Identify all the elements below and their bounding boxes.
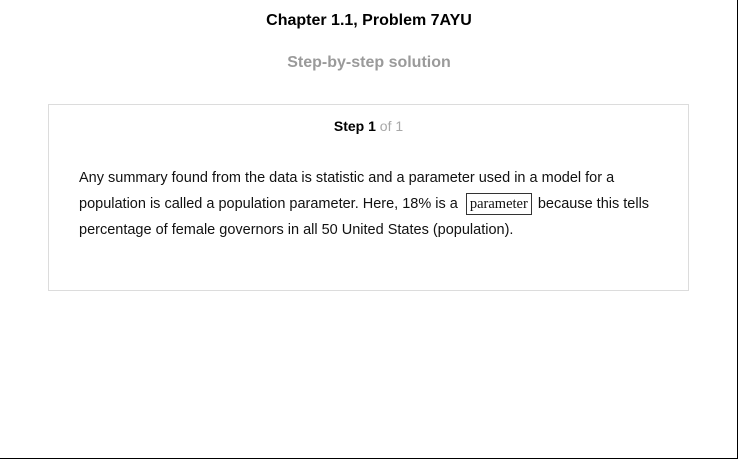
step-text: Any summary found from the data is stati… — [79, 165, 669, 243]
step-text-before: Any summary found from the data is stati… — [79, 170, 615, 212]
page-title: Chapter 1.1, Problem 7AYU — [266, 12, 472, 29]
step-label: Step — [333, 118, 365, 134]
step-total: of 1 — [379, 118, 404, 134]
step-header: Step 1 of 1 — [49, 118, 688, 134]
answer-box: parameter — [465, 193, 532, 215]
step-number: 1 — [368, 118, 376, 134]
step-card: Step 1 of 1 Any summary found from the d… — [48, 104, 689, 291]
page-frame: Chapter 1.1, Problem 7AYU Step-by-step s… — [0, 0, 738, 459]
solution-heading: Step-by-step solution — [287, 54, 451, 71]
